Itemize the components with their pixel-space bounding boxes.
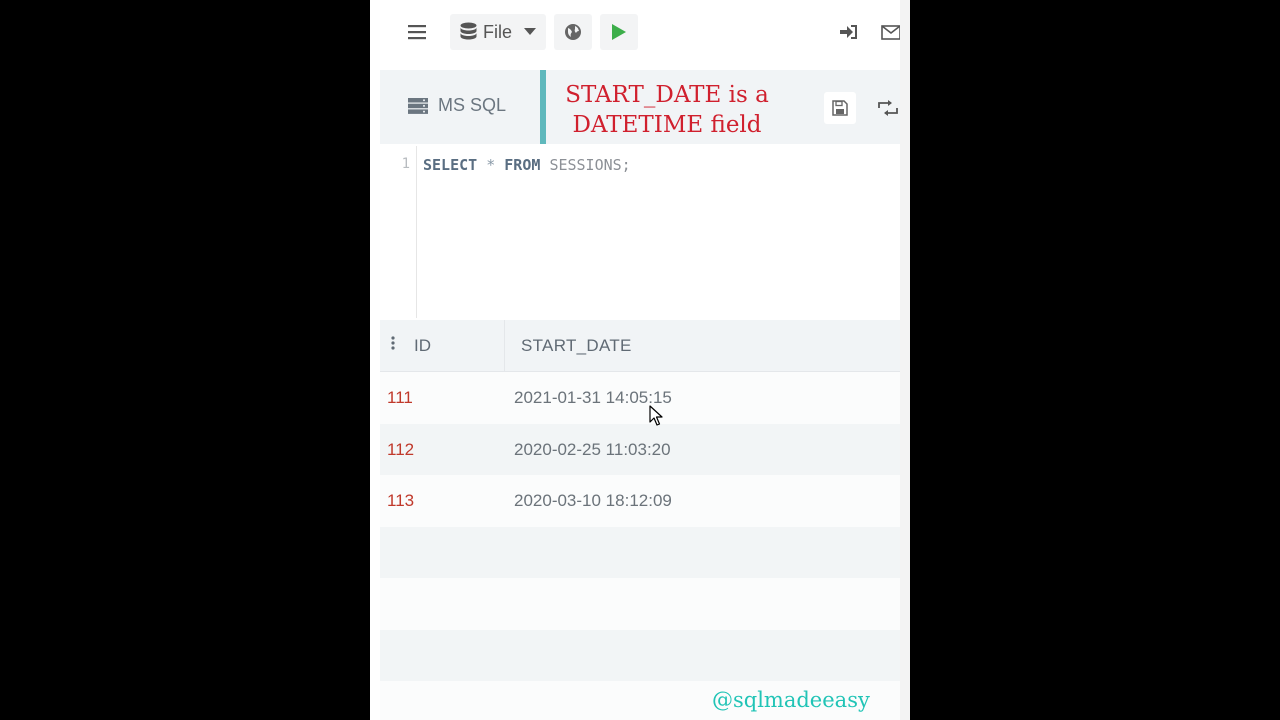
caret-down-icon	[524, 28, 536, 35]
envelope-icon	[881, 24, 901, 40]
hamburger-icon	[408, 25, 426, 40]
empty-row	[380, 526, 900, 578]
cell-id: 111	[387, 388, 413, 407]
file-menu-button[interactable]: File	[450, 14, 546, 50]
empty-row	[380, 578, 900, 630]
operator-star: *	[486, 156, 496, 174]
cell-id: 113	[387, 491, 415, 510]
sign-in-icon	[840, 25, 857, 39]
code-line[interactable]: SELECT * FROM SESSIONS;	[423, 156, 631, 174]
mouse-cursor-icon	[649, 405, 663, 426]
annotation-line-1: START_DATE is a	[565, 82, 769, 108]
cell-id: 112	[387, 439, 415, 459]
editor-header: MS SQL START_DATE is a DATETIME field	[380, 70, 900, 144]
grid-header: ID START_DATE	[380, 320, 900, 372]
play-icon	[612, 24, 626, 40]
app-frame: File MS SQL START_DATE is a DATETIME fie…	[370, 0, 910, 720]
keyword-select: SELECT	[423, 156, 478, 174]
cell-start-date: 2020-03-10 18:12:09	[514, 491, 672, 510]
annotation-line-2: DATETIME field	[572, 112, 762, 138]
toolbar: File	[370, 0, 910, 66]
column-header-start-date[interactable]: START_DATE	[521, 336, 632, 356]
run-button[interactable]	[600, 14, 638, 50]
scrollbar[interactable]	[900, 0, 910, 720]
retweet-icon	[878, 100, 898, 116]
line-gutter: 1	[380, 146, 417, 318]
results-grid: ID START_DATE 111 2021-01-31 14:05:15 11…	[380, 320, 900, 720]
keyword-from: FROM	[504, 156, 541, 174]
table-name: SESSIONS;	[549, 156, 631, 174]
column-header-id[interactable]: ID	[414, 336, 431, 356]
column-divider[interactable]	[504, 320, 505, 371]
database-icon	[460, 22, 477, 40]
empty-row	[380, 629, 900, 681]
floppy-disk-icon	[832, 100, 848, 116]
menu-button[interactable]	[404, 14, 430, 50]
login-button[interactable]	[836, 14, 862, 50]
table-row[interactable]: 113 2020-03-10 18:12:09	[380, 475, 900, 527]
save-button[interactable]	[824, 92, 856, 124]
table-row[interactable]: 112 2020-02-25 11:03:20	[380, 423, 900, 475]
accent-bar	[540, 70, 546, 144]
table-row[interactable]: 111 2021-01-31 14:05:15	[380, 372, 900, 424]
annotation-overlay: START_DATE is a DATETIME field	[552, 80, 782, 140]
column-options-icon[interactable]	[390, 336, 396, 350]
share-button[interactable]	[554, 14, 592, 50]
sql-editor[interactable]: 1 SELECT * FROM SESSIONS;	[380, 146, 900, 318]
language-selector[interactable]: MS SQL	[408, 95, 506, 116]
watermark: @sqlmadeeasy	[712, 688, 870, 712]
cell-start-date: 2020-02-25 11:03:20	[514, 439, 671, 459]
globe-icon	[565, 24, 581, 40]
swap-layout-button[interactable]	[874, 92, 902, 124]
line-number: 1	[401, 156, 410, 172]
file-menu-label: File	[482, 21, 512, 42]
server-icon	[408, 97, 428, 114]
language-label: MS SQL	[438, 95, 507, 115]
